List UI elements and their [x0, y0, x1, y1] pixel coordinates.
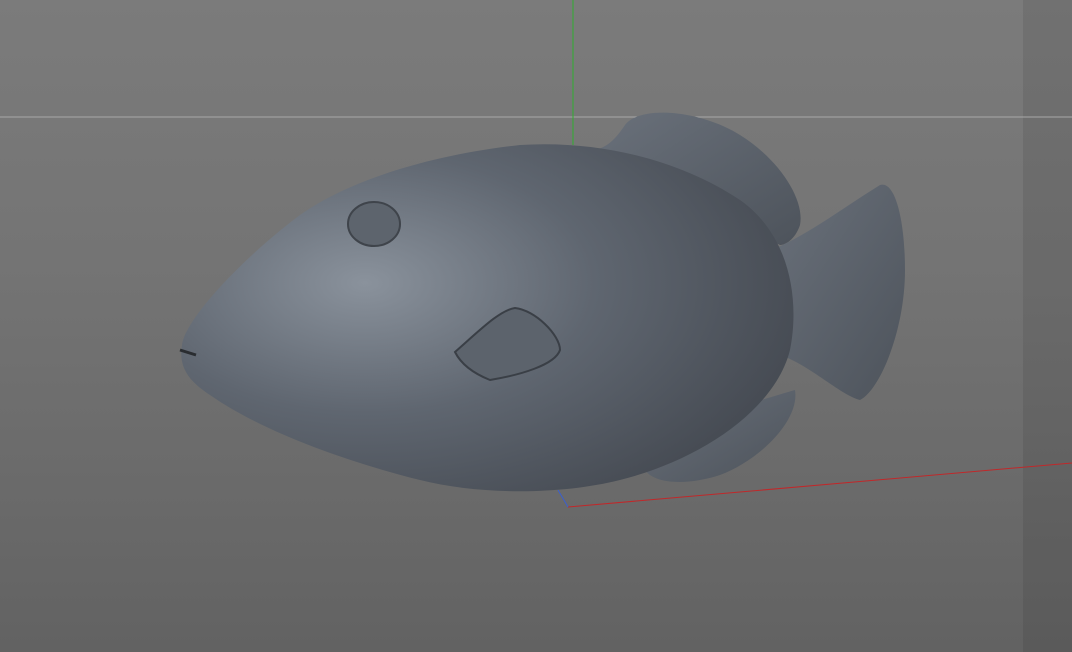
fish-body [181, 144, 794, 492]
eye [347, 201, 401, 247]
fish-model[interactable] [179, 112, 905, 492]
viewport-canvas [0, 0, 1072, 508]
3d-viewport[interactable] [0, 0, 1072, 652]
z-axis-line [557, 489, 569, 508]
